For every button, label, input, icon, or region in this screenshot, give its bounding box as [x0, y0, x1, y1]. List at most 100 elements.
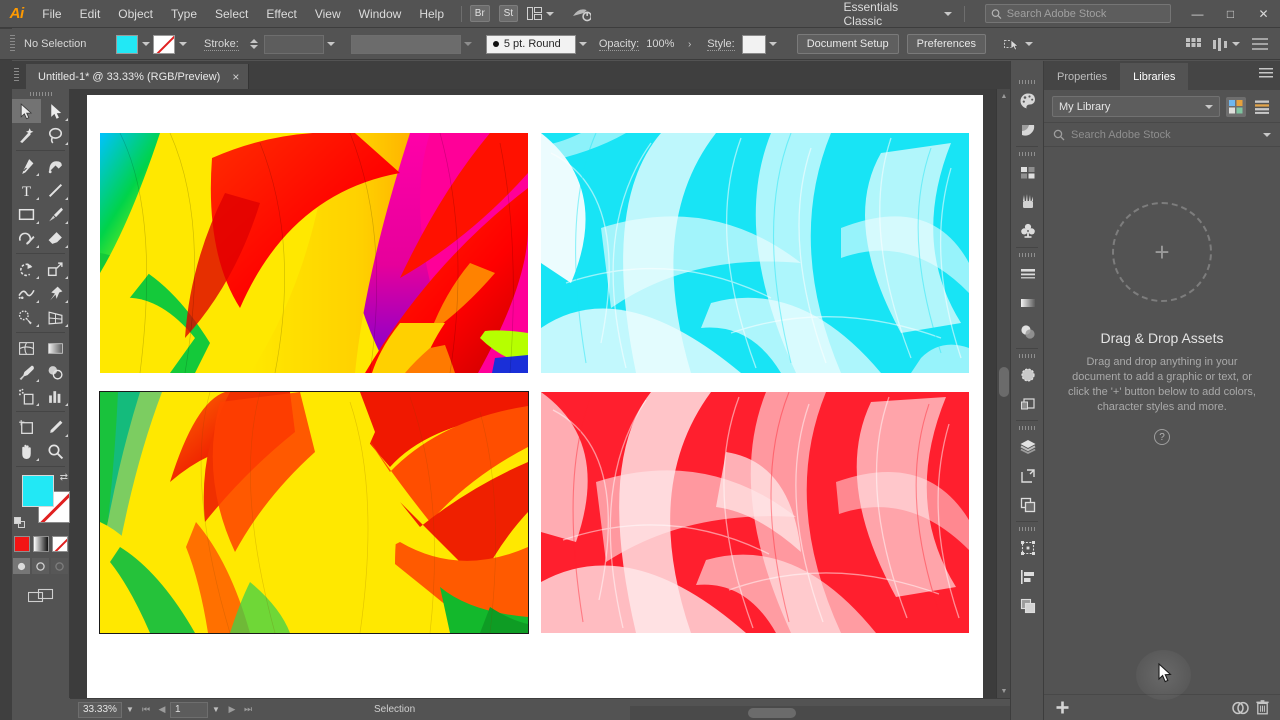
stroke-weight-dropdown[interactable]: [324, 35, 339, 54]
align-panel-icon[interactable]: [1011, 562, 1044, 591]
select-similar-chevron-icon[interactable]: [1024, 42, 1033, 46]
zoom-tool[interactable]: [41, 439, 70, 463]
rail-gripper-1[interactable]: [1011, 77, 1043, 86]
stroke-weight-field[interactable]: [263, 34, 324, 54]
style-label[interactable]: Style:: [707, 38, 735, 51]
zoom-level-dropdown[interactable]: ▼: [122, 705, 138, 714]
list-view-button[interactable]: [1252, 97, 1272, 117]
stroke-profile-dropdown[interactable]: [461, 35, 476, 54]
appearance-panel-icon[interactable]: [1011, 360, 1044, 389]
menu-window[interactable]: Window: [350, 0, 411, 28]
menu-type[interactable]: Type: [162, 0, 206, 28]
swatches-panel-icon[interactable]: [1011, 158, 1044, 187]
select-similar-icon[interactable]: [1003, 37, 1020, 51]
links-panel-icon[interactable]: [1011, 490, 1044, 519]
shaper-tool[interactable]: [12, 226, 41, 250]
selection-tool[interactable]: [12, 99, 41, 123]
slice-tool[interactable]: [41, 415, 70, 439]
lasso-tool[interactable]: [41, 123, 70, 147]
color-panel-icon[interactable]: [1011, 86, 1044, 115]
perspective-grid-tool[interactable]: [41, 305, 70, 329]
none-button[interactable]: [51, 536, 68, 552]
help-icon[interactable]: ?: [1154, 429, 1170, 445]
graphic-styles-panel-icon[interactable]: [1011, 389, 1044, 418]
menu-file[interactable]: File: [33, 0, 70, 28]
stroke-dropdown[interactable]: [175, 35, 190, 54]
first-artboard-icon[interactable]: ⏮: [138, 702, 154, 718]
tools-panel-gripper[interactable]: [12, 89, 69, 99]
artwork-multicolor[interactable]: [100, 133, 528, 373]
maximize-button[interactable]: □: [1214, 0, 1247, 28]
arrange-documents-button[interactable]: [527, 7, 555, 20]
panel-options-icon[interactable]: [1252, 37, 1268, 51]
distribute-icon[interactable]: [1213, 37, 1228, 51]
preferences-button[interactable]: Preferences: [906, 34, 986, 54]
current-tool-indicator[interactable]: Selection: [374, 704, 415, 715]
workspace-chevron-icon[interactable]: [943, 11, 952, 16]
stroke-swatch[interactable]: [153, 34, 175, 54]
rail-gripper-5[interactable]: [1011, 423, 1043, 432]
fill-swatch[interactable]: [116, 34, 138, 54]
artboard-number-field[interactable]: 1: [170, 701, 208, 718]
last-artboard-icon[interactable]: ⏭: [240, 702, 256, 718]
eyedropper-tool[interactable]: [12, 360, 41, 384]
gradient-panel-icon[interactable]: [1011, 288, 1044, 317]
document-tab[interactable]: Untitled-1* @ 33.33% (RGB/Preview) ×: [26, 64, 250, 89]
stock-search-input[interactable]: [1006, 7, 1165, 20]
bridge-button[interactable]: Br: [469, 5, 490, 22]
artboard-tool[interactable]: [12, 415, 41, 439]
shape-builder-tool[interactable]: [12, 305, 41, 329]
artboard-number-dropdown[interactable]: ▼: [208, 705, 224, 714]
pen-tool[interactable]: [12, 154, 41, 178]
fill-dropdown[interactable]: [138, 35, 153, 54]
brush-definition-dropdown[interactable]: [576, 35, 591, 54]
minimize-button[interactable]: —: [1181, 0, 1214, 28]
gradient-button[interactable]: [32, 536, 49, 552]
creative-cloud-sync-icon[interactable]: [1229, 697, 1251, 719]
mesh-tool[interactable]: [12, 336, 41, 360]
pathfinder-panel-icon[interactable]: [1011, 591, 1044, 620]
eraser-tool[interactable]: [41, 226, 70, 250]
stroke-weight-stepper[interactable]: [249, 38, 260, 50]
canvas-horizontal-scrollbar[interactable]: [630, 706, 1010, 720]
grid-view-button[interactable]: [1226, 96, 1246, 117]
rotate-tool[interactable]: [12, 257, 41, 281]
direct-selection-tool[interactable]: [41, 99, 70, 123]
canvas-vertical-scroll-thumb[interactable]: [999, 367, 1009, 397]
draw-inside-button[interactable]: [51, 558, 68, 574]
paintbrush-tool[interactable]: [41, 202, 70, 226]
zoom-level-field[interactable]: 33.33%: [78, 701, 122, 718]
opacity-value[interactable]: 100%: [646, 38, 682, 50]
screen-mode-button[interactable]: [12, 588, 69, 604]
rail-gripper-6[interactable]: [1011, 524, 1043, 533]
color-button[interactable]: [13, 536, 30, 552]
width-tool[interactable]: [12, 281, 41, 305]
rail-gripper-4[interactable]: [1011, 351, 1043, 360]
document-setup-button[interactable]: Document Setup: [796, 34, 899, 54]
opacity-expand[interactable]: ›: [682, 35, 697, 54]
layers-panel-icon[interactable]: [1011, 432, 1044, 461]
add-asset-icon[interactable]: [1051, 697, 1073, 719]
tab-bar-gripper[interactable]: [14, 68, 19, 82]
graphic-style-dropdown[interactable]: [766, 35, 781, 54]
swap-fill-stroke-icon[interactable]: ⇄: [60, 472, 68, 483]
menu-edit[interactable]: Edit: [71, 0, 110, 28]
menu-select[interactable]: Select: [206, 0, 257, 28]
artwork-red[interactable]: [541, 392, 969, 633]
stroke-profile-field[interactable]: [350, 34, 461, 54]
stroke-panel-icon[interactable]: [1011, 259, 1044, 288]
stock-search-field[interactable]: [984, 4, 1171, 23]
control-bar-gripper[interactable]: [10, 35, 15, 53]
tab-libraries[interactable]: Libraries: [1120, 63, 1189, 90]
draw-normal-button[interactable]: [13, 558, 30, 574]
panel-menu-icon[interactable]: [1259, 68, 1273, 80]
opacity-label[interactable]: Opacity:: [598, 38, 640, 51]
close-button[interactable]: ✕: [1247, 0, 1280, 28]
scroll-down-arrow-icon[interactable]: ▼: [997, 684, 1010, 698]
canvas-area[interactable]: ▲ ▼: [70, 89, 1010, 698]
library-select[interactable]: My Library: [1052, 96, 1220, 117]
free-transform-tool[interactable]: [41, 281, 70, 305]
default-fill-stroke-icon[interactable]: [14, 517, 26, 529]
canvas-horizontal-scroll-thumb[interactable]: [748, 708, 796, 718]
rail-gripper-3[interactable]: [1011, 250, 1043, 259]
